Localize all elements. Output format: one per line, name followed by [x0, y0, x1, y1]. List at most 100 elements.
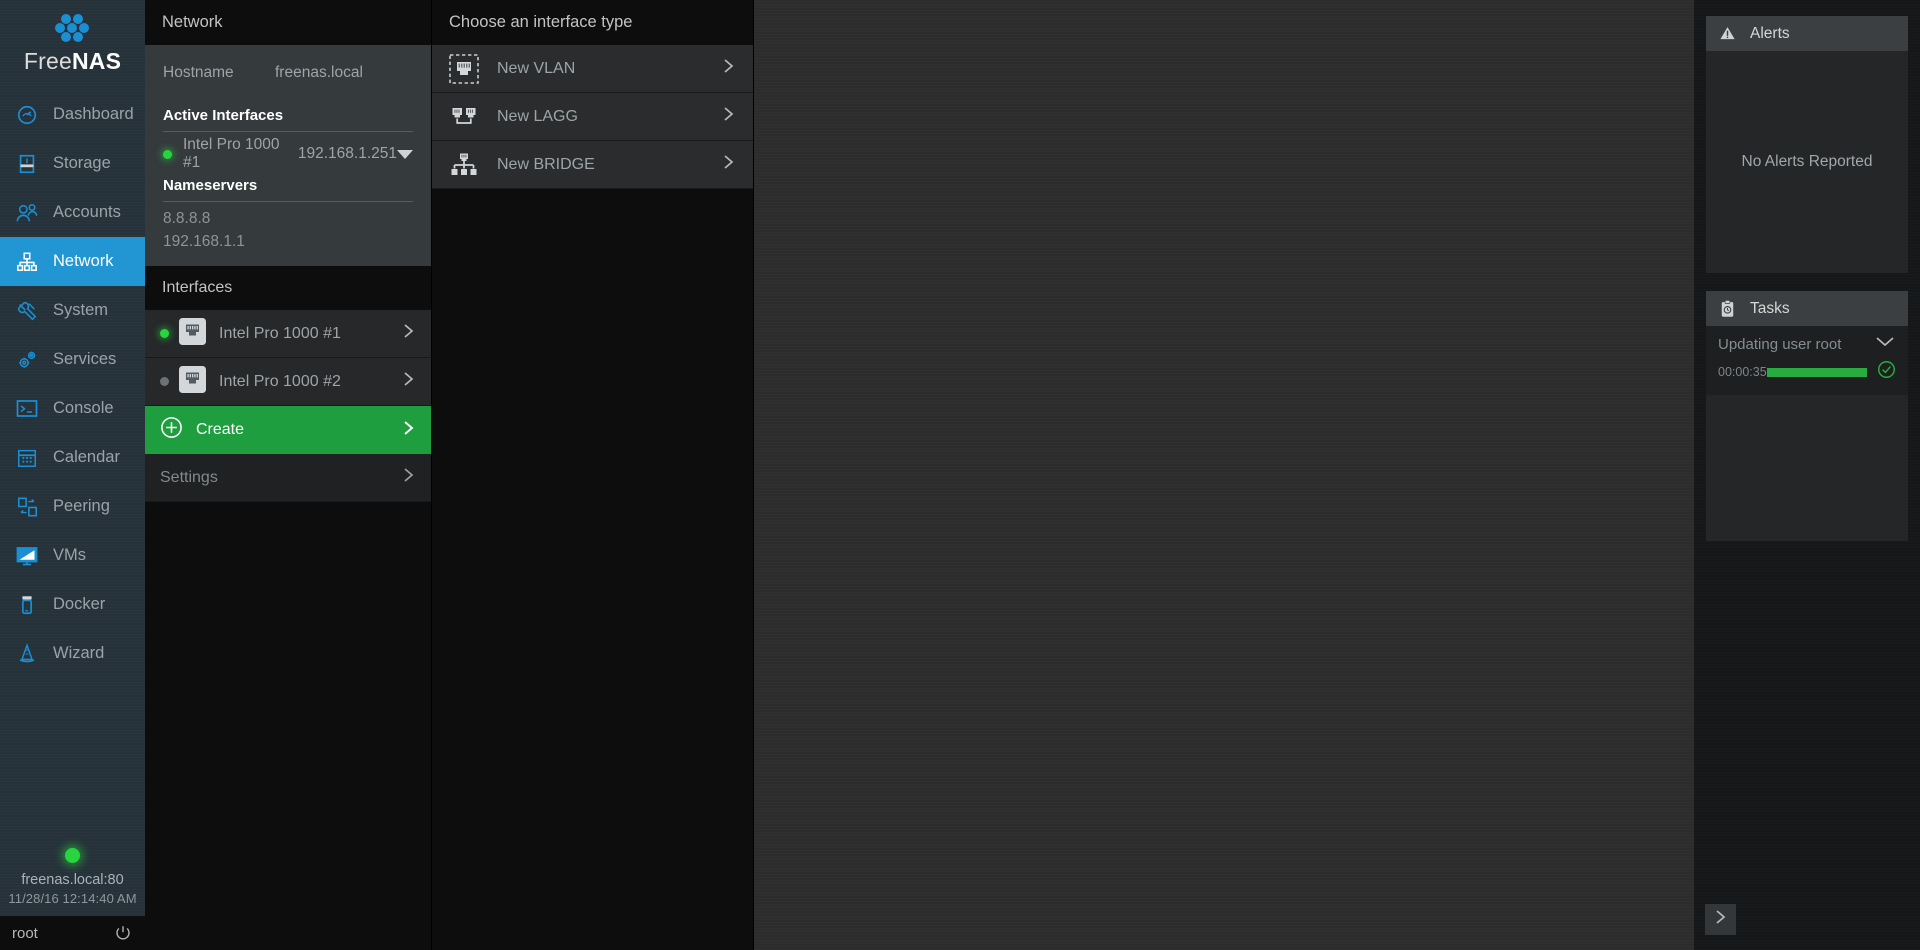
main-sidebar: FreeNAS Dashboard Storage Accounts Netwo…	[0, 0, 145, 950]
create-label: Create	[196, 421, 245, 438]
chevron-right-icon	[1713, 908, 1728, 931]
chevron-right-icon	[400, 465, 417, 490]
new-vlan-option[interactable]: New VLAN	[432, 45, 753, 93]
option-label: New BRIDGE	[497, 155, 595, 173]
new-lagg-option[interactable]: New LAGG	[432, 93, 753, 141]
create-interface-button[interactable]: Create	[145, 406, 431, 454]
terminal-icon	[10, 394, 44, 424]
interface-type-panel-title: Choose an interface type	[432, 0, 753, 45]
interface-name: Intel Pro 1000 #2	[219, 372, 341, 390]
list-item: 192.168.1.1	[163, 233, 245, 250]
wrench-icon	[10, 296, 44, 326]
sidebar-item-label: Network	[53, 252, 114, 270]
hostname-label: Hostname	[163, 64, 234, 81]
interface-status-dot	[160, 377, 169, 386]
hostname-value: freenas.local	[275, 64, 363, 81]
plus-circle-icon	[160, 416, 183, 444]
sidebar-item-console[interactable]: Console	[0, 384, 145, 433]
option-label: New LAGG	[497, 107, 578, 125]
chevron-down-icon[interactable]	[1874, 335, 1896, 353]
sidebar-item-calendar[interactable]: Calendar	[0, 433, 145, 482]
tasks-title: Tasks	[1750, 299, 1790, 317]
gears-icon	[10, 345, 44, 375]
brand-nas: NAS	[71, 48, 122, 74]
sidebar-item-services[interactable]: Services	[0, 335, 145, 384]
rail-collapse-toggle[interactable]	[1705, 904, 1736, 935]
tasks-widget-header: Tasks	[1706, 291, 1908, 326]
wizard-hat-icon	[10, 639, 44, 669]
new-bridge-option[interactable]: New BRIDGE	[432, 141, 753, 189]
user-bar: root	[0, 916, 145, 950]
sidebar-item-label: Services	[53, 350, 117, 368]
active-interface-row[interactable]: Intel Pro 1000 #1 192.168.1.251	[163, 136, 413, 171]
sidebar-item-label: VMs	[53, 546, 86, 564]
sidebar-item-label: Calendar	[53, 448, 120, 466]
interfaces-section-title: Interfaces	[145, 266, 431, 310]
hostname-row: Hostname freenas.local	[163, 45, 413, 101]
monitor-icon	[10, 541, 44, 571]
alerts-widget-header: Alerts	[1706, 16, 1908, 51]
storage-icon	[10, 149, 44, 179]
divider	[163, 201, 413, 202]
list-item: 8.8.8.8	[163, 210, 211, 227]
interface-row-1[interactable]: Intel Pro 1000 #1	[145, 310, 431, 358]
active-interface-name: Intel Pro 1000 #1	[183, 136, 280, 171]
chevron-right-icon	[720, 104, 737, 129]
brand-free: Free	[23, 48, 72, 74]
current-user-label: root	[12, 924, 38, 942]
network-panel-title: Network	[145, 0, 431, 45]
sidebar-item-label: Accounts	[53, 203, 121, 221]
freenas-hex-logo-icon	[51, 12, 95, 46]
active-interfaces-title: Active Interfaces	[163, 107, 284, 124]
sidebar-item-peering[interactable]: Peering	[0, 482, 145, 531]
sidebar-item-vms[interactable]: VMs	[0, 531, 145, 580]
task-elapsed-time: 00:00:35	[1718, 365, 1767, 379]
alerts-empty-state: No Alerts Reported	[1741, 153, 1873, 170]
accounts-icon	[10, 198, 44, 228]
sidebar-item-network[interactable]: Network	[0, 237, 145, 286]
freenas-app: FreeNAS Dashboard Storage Accounts Netwo…	[0, 0, 1920, 950]
tasks-widget: Tasks Updating user root 00:00:35	[1706, 291, 1908, 541]
interface-status-dot	[163, 149, 172, 159]
host-online-indicator	[65, 848, 80, 863]
chevron-right-icon	[720, 152, 737, 177]
network-panel: Network Hostname freenas.local Active In…	[145, 0, 432, 950]
sidebar-item-system[interactable]: System	[0, 286, 145, 335]
sidebar-item-accounts[interactable]: Accounts	[0, 188, 145, 237]
sidebar-nav: Dashboard Storage Accounts Network Syste…	[0, 90, 145, 678]
peering-icon	[10, 492, 44, 522]
host-datetime: 11/28/16 12:14:40 AM	[8, 891, 137, 906]
sidebar-item-dashboard[interactable]: Dashboard	[0, 90, 145, 139]
host-address: freenas.local:80	[21, 872, 124, 888]
sidebar-item-storage[interactable]: Storage	[0, 139, 145, 188]
sidebar-item-wizard[interactable]: Wizard	[0, 629, 145, 678]
host-status: freenas.local:80 11/28/16 12:14:40 AM	[0, 848, 145, 916]
chevron-right-icon	[400, 369, 417, 394]
network-settings-button[interactable]: Settings	[145, 454, 431, 502]
vlan-icon	[449, 53, 479, 84]
gauge-icon	[10, 100, 44, 130]
active-interface-ip: 192.168.1.251	[297, 145, 397, 162]
clipboard-icon	[1717, 299, 1737, 318]
sidebar-item-label: Dashboard	[53, 105, 134, 123]
chevron-down-icon[interactable]	[397, 149, 413, 159]
chevron-right-icon	[400, 418, 417, 443]
right-rail: Alerts No Alerts Reported Tasks Updating…	[1694, 0, 1920, 950]
sidebar-item-label: Wizard	[53, 644, 105, 662]
power-icon[interactable]	[114, 924, 132, 942]
sidebar-item-label: Console	[53, 399, 114, 417]
interface-name: Intel Pro 1000 #1	[219, 324, 341, 342]
sidebar-item-docker[interactable]: Docker	[0, 580, 145, 629]
brand-logo: FreeNAS	[0, 0, 145, 86]
lagg-icon	[449, 102, 479, 132]
option-label: New VLAN	[497, 59, 576, 77]
settings-label: Settings	[160, 468, 218, 486]
interface-type-panel: Choose an interface type New VLAN New LA…	[432, 0, 754, 950]
interface-row-2[interactable]: Intel Pro 1000 #2	[145, 358, 431, 406]
network-icon	[10, 247, 44, 277]
task-row[interactable]: Updating user root 00:00:35	[1706, 326, 1908, 395]
brand-wordmark: FreeNAS	[24, 48, 121, 75]
chevron-right-icon	[720, 56, 737, 81]
bridge-icon	[449, 150, 479, 180]
